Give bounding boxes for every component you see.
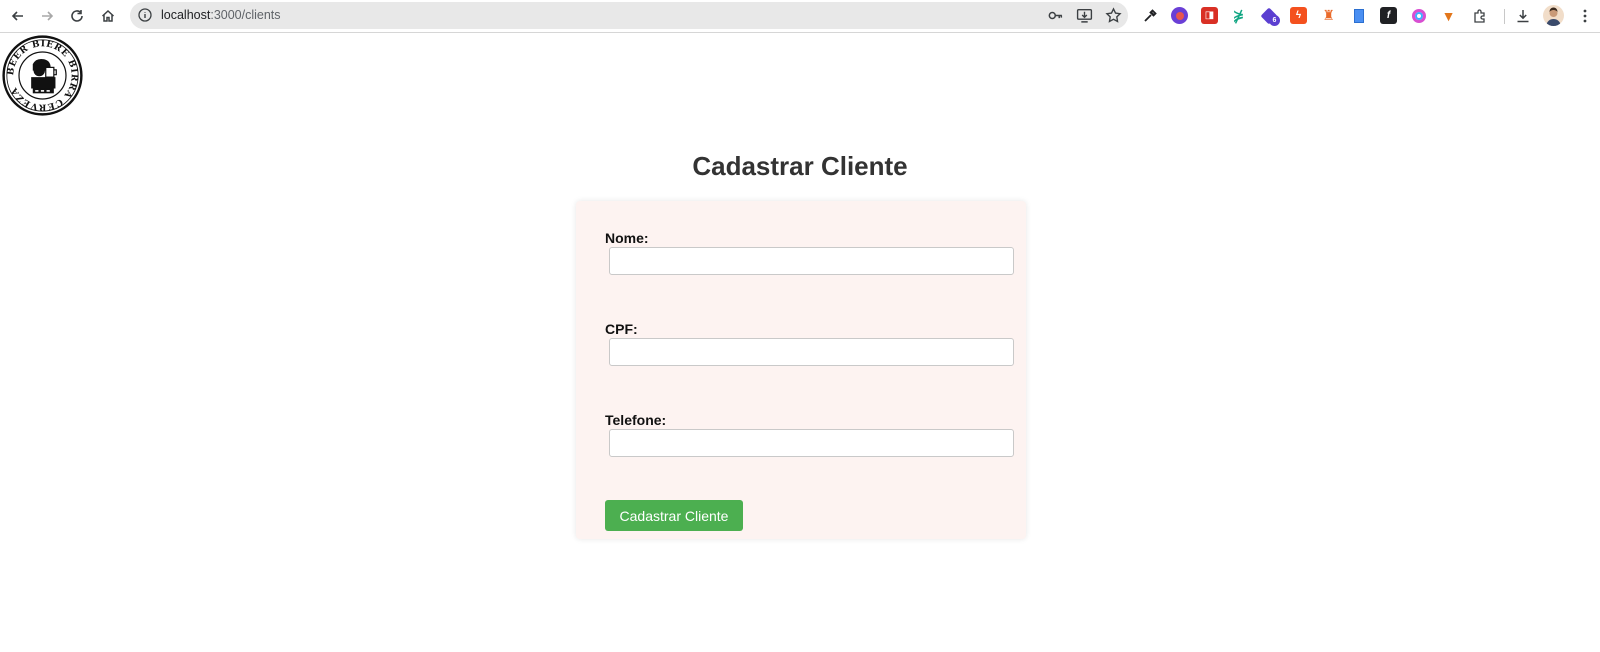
password-key-icon[interactable] <box>1047 7 1064 24</box>
downloads-icon[interactable] <box>1514 7 1531 24</box>
url-path: :3000/clients <box>210 8 281 22</box>
arrow-right-icon <box>42 11 54 21</box>
address-bar[interactable]: localhost:3000/clients <box>130 2 1128 29</box>
register-client-button[interactable]: Cadastrar Cliente <box>605 500 743 531</box>
reload-button[interactable] <box>65 4 89 28</box>
address-url: localhost:3000/clients <box>161 8 281 22</box>
site-info-icon[interactable] <box>137 7 153 23</box>
phone-input[interactable] <box>609 429 1014 457</box>
reload-icon <box>71 10 83 22</box>
forward-button[interactable] <box>35 4 59 28</box>
extension-blue-document-icon[interactable] <box>1350 7 1367 24</box>
back-button[interactable] <box>6 4 30 28</box>
browser-menu-icon[interactable] <box>1576 7 1593 24</box>
extension-orange-figure-icon[interactable]: ♜ <box>1320 7 1337 24</box>
home-button[interactable] <box>96 4 120 28</box>
extension-badge: 6 <box>1269 15 1280 26</box>
extension-circle-purple-icon[interactable] <box>1171 7 1188 24</box>
browser-toolbar: localhost:3000/clients ◨ ⋡ 6 ϟ ♜ f ▼ <box>0 0 1600 33</box>
name-input[interactable] <box>609 247 1014 275</box>
extension-eyedropper-icon[interactable] <box>1141 7 1158 24</box>
extension-orange-bolt-icon[interactable]: ϟ <box>1290 7 1307 24</box>
home-icon <box>101 9 115 22</box>
bookmark-star-icon[interactable] <box>1105 7 1122 24</box>
phone-label: Telefone: <box>605 412 667 428</box>
extension-green-bird-icon[interactable]: ⋡ <box>1230 7 1247 24</box>
url-host: localhost <box>161 8 211 22</box>
client-registration-form: Nome: CPF: Telefone: Cadastrar Cliente <box>576 201 1026 539</box>
page-content: BEER BIERE BIRRA CERVEZA Cadastrar Clien… <box>0 33 1600 652</box>
extension-color-ring-icon[interactable] <box>1410 7 1427 24</box>
profile-avatar[interactable] <box>1543 5 1564 26</box>
toolbar-divider <box>1504 9 1505 24</box>
name-label: Nome: <box>605 230 649 246</box>
extensions-puzzle-icon[interactable] <box>1471 7 1488 24</box>
extension-fx-icon[interactable]: f <box>1380 7 1397 24</box>
arrow-left-icon <box>11 11 23 21</box>
extension-purple-stack-icon[interactable]: 6 <box>1260 7 1280 26</box>
install-app-icon[interactable] <box>1076 7 1093 24</box>
extension-red-square-icon[interactable]: ◨ <box>1201 7 1218 24</box>
extension-metamask-fox-icon[interactable]: ▼ <box>1440 7 1457 24</box>
cpf-label: CPF: <box>605 321 638 337</box>
page-title: Cadastrar Cliente <box>692 151 908 181</box>
cpf-input[interactable] <box>609 338 1014 366</box>
beer-stamp-logo: BEER BIERE BIRRA CERVEZA <box>2 35 83 116</box>
